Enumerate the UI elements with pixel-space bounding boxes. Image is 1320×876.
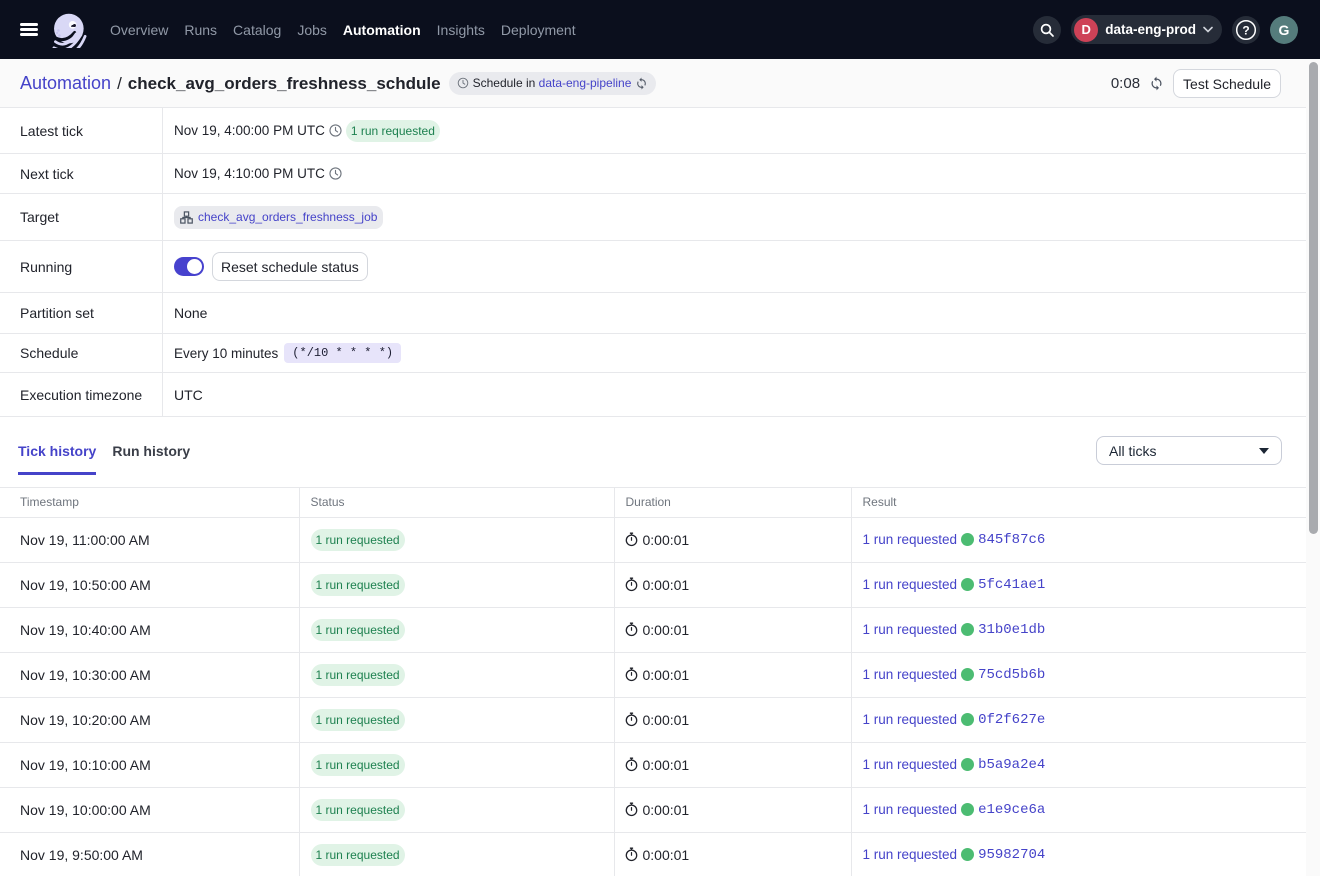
svg-text:?: ?	[1242, 23, 1249, 37]
